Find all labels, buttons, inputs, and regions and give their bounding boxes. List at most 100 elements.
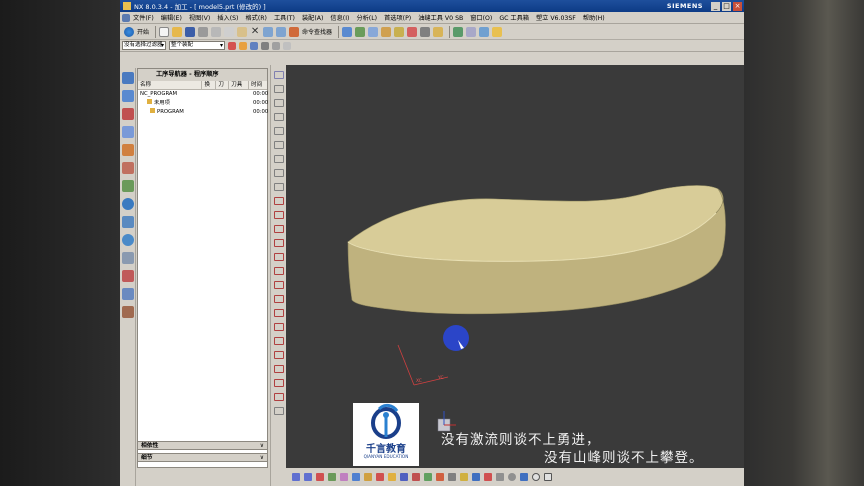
output-cls-icon[interactable] [472, 473, 480, 481]
menu-format[interactable]: 格式(R) [245, 13, 267, 22]
layer-visibility-icon[interactable] [274, 183, 284, 191]
menu-plugin-tools[interactable]: 油缝工具 V0 SB [418, 13, 463, 22]
shaded-icon[interactable] [274, 127, 284, 135]
table-row[interactable]: NC_PROGRAM 00:00 [138, 90, 268, 99]
menu-gc-toolbox[interactable]: GC 工具箱 [499, 13, 529, 22]
process-studio-icon[interactable] [122, 270, 134, 282]
column-toolchange[interactable]: 换 [202, 81, 217, 89]
mold-icon[interactable] [433, 26, 444, 37]
print-icon[interactable] [198, 26, 209, 37]
verify-path-icon[interactable] [436, 473, 444, 481]
column-time[interactable]: 时间 [249, 81, 267, 89]
roles-icon[interactable] [122, 306, 134, 318]
snap-mid-icon[interactable] [250, 41, 258, 50]
view-fit-icon[interactable] [368, 26, 379, 37]
create-program-icon[interactable] [364, 473, 372, 481]
cut-icon[interactable] [211, 26, 222, 37]
chamfer-icon[interactable] [274, 281, 284, 289]
bridge-curve-icon[interactable] [274, 337, 284, 345]
menu-mold[interactable]: 塑立 V6.03SF [536, 13, 576, 22]
trim-icon[interactable] [274, 295, 284, 303]
menu-info[interactable]: 信息(I) [330, 13, 349, 22]
snap-center-icon[interactable] [261, 41, 269, 50]
offset-curve-icon[interactable] [274, 309, 284, 317]
save-icon[interactable] [185, 26, 196, 37]
rectangle-icon[interactable] [274, 225, 284, 233]
nav-back-icon[interactable] [292, 473, 300, 481]
machine-view-icon[interactable] [328, 473, 336, 481]
cut-object-icon[interactable] [496, 473, 504, 481]
wireframe-icon[interactable] [274, 141, 284, 149]
orient-icon[interactable] [274, 155, 284, 163]
snap-end-icon[interactable] [239, 41, 247, 50]
edit-object-icon[interactable] [484, 473, 492, 481]
history-icon[interactable] [122, 216, 134, 228]
generate-path-icon[interactable] [424, 473, 432, 481]
wcs-icon[interactable] [355, 26, 366, 37]
component-icon[interactable] [466, 26, 477, 37]
hexagon-tool-icon[interactable] [544, 473, 552, 481]
measure-distance-icon[interactable] [274, 407, 284, 415]
selection-filter-select[interactable]: 没有选择过滤器 [122, 41, 166, 50]
helix-icon[interactable] [274, 365, 284, 373]
analysis-icon[interactable] [407, 26, 418, 37]
geometry-view-icon[interactable] [340, 473, 348, 481]
help-icon[interactable] [492, 26, 503, 37]
operation-navigator-icon[interactable] [122, 162, 134, 174]
curve-spline-icon[interactable] [274, 211, 284, 219]
measure-icon[interactable] [394, 26, 405, 37]
line-icon[interactable] [274, 239, 284, 247]
display-object-icon[interactable] [508, 473, 516, 481]
minimize-button[interactable]: _ [711, 1, 720, 11]
fit-icon[interactable] [274, 113, 284, 121]
part-navigator-icon[interactable] [122, 108, 134, 120]
menu-edit[interactable]: 编辑(E) [161, 13, 182, 22]
menu-window[interactable]: 窗口(O) [470, 13, 492, 22]
clock-icon[interactable] [122, 234, 134, 246]
layer-icon[interactable] [381, 26, 392, 37]
delete-icon[interactable]: ✕ [250, 26, 260, 37]
menu-insert[interactable]: 插入(S) [217, 13, 238, 22]
reuse-library-icon[interactable] [122, 126, 134, 138]
project-curve-icon[interactable] [274, 323, 284, 331]
web-browser-icon[interactable] [122, 198, 134, 210]
snap-curve-icon[interactable] [272, 41, 280, 50]
circle-tool-icon[interactable] [532, 473, 540, 481]
table-row[interactable]: PROGRAM 00:00 [138, 108, 268, 117]
section-icon[interactable] [274, 169, 284, 177]
create-operation-icon[interactable] [412, 473, 420, 481]
column-name[interactable]: 名称 [138, 81, 203, 89]
copy-icon[interactable] [224, 26, 235, 37]
menu-preferences[interactable]: 首选项(P) [384, 13, 411, 22]
menu-assembly[interactable]: 装配(A) [302, 13, 323, 22]
menu-view[interactable]: 视图(V) [189, 13, 210, 22]
snap-face-icon[interactable] [283, 41, 291, 50]
machine-tool-navigator-icon[interactable] [122, 180, 134, 192]
dependencies-tab[interactable]: 相依性 ∨ [137, 441, 268, 450]
select-icon[interactable] [342, 26, 353, 37]
system-materials-icon[interactable] [122, 252, 134, 264]
menu-analysis[interactable]: 分析(L) [356, 13, 377, 22]
paste-icon[interactable] [237, 26, 248, 37]
hd3d-tools-icon[interactable] [122, 144, 134, 156]
close-button[interactable]: × [733, 1, 742, 11]
assembly-navigator-icon[interactable] [122, 72, 134, 84]
column-tool[interactable]: 刀 [216, 81, 230, 89]
fillet-icon[interactable] [274, 267, 284, 275]
circle-icon[interactable] [274, 253, 284, 261]
undo-icon[interactable] [263, 26, 274, 37]
program-view-icon[interactable] [316, 473, 324, 481]
zoom-icon[interactable] [274, 99, 284, 107]
method-view-icon[interactable] [352, 473, 360, 481]
table-row[interactable]: 未用项 00:00 [138, 99, 268, 108]
text-curve-icon[interactable] [274, 379, 284, 387]
join-curve-icon[interactable] [274, 351, 284, 359]
curve-arc-icon[interactable] [274, 197, 284, 205]
maximize-button[interactable]: □ [722, 1, 731, 11]
constraint-navigator-icon[interactable] [122, 90, 134, 102]
nav-forward-icon[interactable] [304, 473, 312, 481]
pan-icon[interactable] [274, 85, 284, 93]
redo-icon[interactable] [276, 26, 287, 37]
assembly-scope-select[interactable]: 整个装配 [169, 41, 225, 50]
start-button[interactable]: 开始 [124, 26, 149, 38]
